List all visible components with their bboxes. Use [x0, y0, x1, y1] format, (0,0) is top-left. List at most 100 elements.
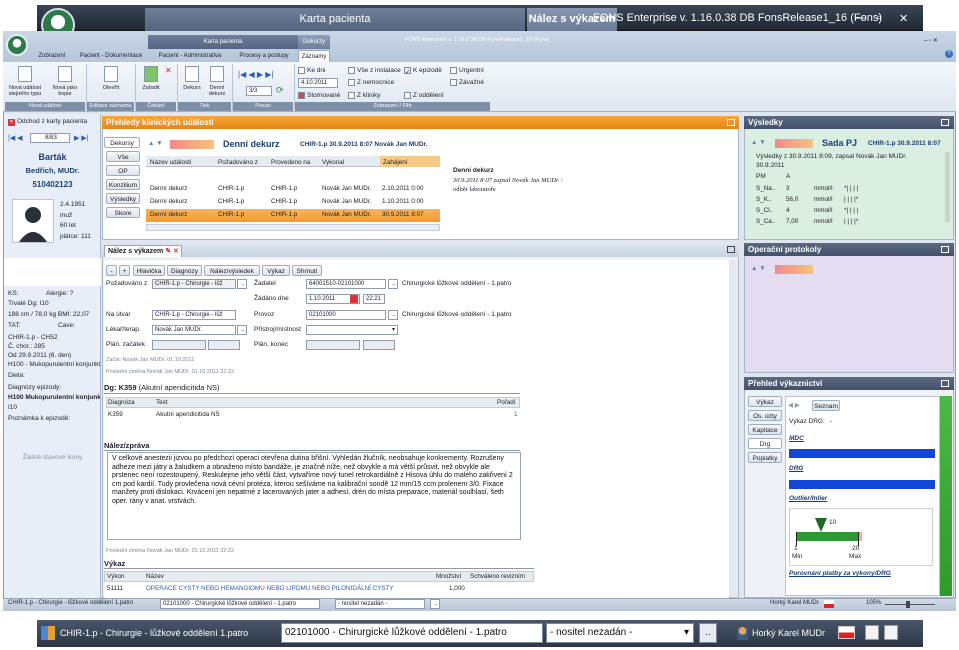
tab-finding[interactable]: Nález s výkazem ✎ ✕ — [104, 245, 182, 257]
finding-report-text[interactable]: V celkové anestezii jizvou po předchozí … — [107, 452, 521, 540]
inner-window-controls[interactable]: – ▫ ✕ — [924, 37, 938, 44]
dg-col-diagnoza[interactable]: Diagnóza — [108, 397, 135, 408]
collapse-arrows[interactable]: ▲ ▼ — [751, 139, 766, 146]
filter-ke-dni[interactable]: Ke dni — [298, 67, 325, 74]
patient-nav-next[interactable]: ▶ ▶| — [74, 134, 89, 142]
tab-konzilium[interactable]: Konzilium — [106, 179, 140, 190]
tab-vykaz[interactable]: Výkaz — [748, 396, 782, 407]
vykaz-col-mnozstvi[interactable]: Množství — [436, 571, 461, 582]
finding-scrollbar[interactable] — [729, 260, 737, 596]
outer-user[interactable]: Horký Karel MUDr — [752, 623, 825, 643]
plan-end-time[interactable] — [363, 340, 395, 350]
help-icon[interactable]: ? — [945, 50, 953, 58]
vykaz-col-schvaleno[interactable]: Schváleno revizním — [470, 571, 525, 582]
print-denni-dekurz-button[interactable]: Denní dekurz — [205, 66, 229, 97]
new-copy-button[interactable]: Nová jako kopie — [48, 66, 82, 97]
plan-end-date[interactable] — [306, 340, 360, 350]
print-dekurs-button[interactable]: Dekurs — [180, 66, 204, 91]
zoom-thumb[interactable] — [906, 601, 910, 608]
ribbon-tab-procesy[interactable]: Procesy a postupy — [232, 50, 296, 62]
maximize-icon[interactable] — [941, 246, 949, 253]
collapse-arrows[interactable]: ▲ ▼ — [751, 265, 766, 272]
tab-os-ucty[interactable]: Os. účty — [748, 410, 782, 421]
col-nazev[interactable]: Název události — [150, 157, 191, 168]
outer-ward[interactable]: CHIR-1.p - Chirurgie - lůžkové oddělení … — [60, 623, 248, 643]
collapse-button[interactable]: - — [106, 265, 117, 276]
minimize-button[interactable]: — — [855, 12, 866, 24]
cancel-icon[interactable]: ✕ — [165, 66, 172, 75]
doctor-field[interactable]: Novák Jan MUDr. — [152, 325, 236, 335]
expand-button[interactable]: + — [119, 265, 130, 276]
status-nositel-select[interactable]: - nositel nezadán - — [335, 599, 425, 609]
flag-icon[interactable] — [824, 600, 834, 608]
col-zahajeni[interactable]: Zahájení — [383, 157, 408, 168]
requested-time-field[interactable]: 22:21 — [363, 294, 385, 304]
collapse-arrows[interactable]: ▲ ▼ — [148, 140, 163, 147]
filter-date-input[interactable]: 4.10.2011 — [298, 78, 338, 88]
edit-icon[interactable] — [884, 625, 898, 640]
nav-arrows[interactable]: ◀ ▶ — [788, 401, 800, 409]
maximize-icon[interactable] — [727, 246, 735, 253]
leave-patient-card[interactable]: ✕ Odchod z karty pacienta — [8, 118, 87, 126]
status-user[interactable]: Horký Karel MUDr. — [770, 600, 820, 606]
target-unit-field[interactable]: CHIR-1.p - Chirurgie - lůž — [152, 310, 236, 320]
col-vykonal[interactable]: Vykonal — [322, 157, 344, 168]
toolbar-hlavicka[interactable]: Hlavička — [133, 265, 165, 276]
events-scrollbar[interactable] — [146, 224, 440, 231]
event-color-icons[interactable] — [170, 140, 214, 149]
filter-kliniky[interactable]: Z kliniky — [348, 92, 380, 99]
table-row[interactable]: K359 Akutní apendicitida NS 1 — [106, 409, 520, 421]
toolbar-shrnuti[interactable]: Shrnutí — [292, 265, 322, 276]
table-row[interactable]: Denní dekurz CHIR-1.p CHIR-1.p Novák Jan MU… — [146, 183, 440, 196]
ribbon-tab-dokumentace[interactable]: Pacient - Dokumentace — [75, 50, 147, 62]
outer-provoz-select[interactable]: 02101000 - Chirurgické lůžkové oddělení … — [281, 623, 543, 643]
dg-col-text[interactable]: Text — [156, 397, 168, 408]
plan-start-time[interactable] — [208, 340, 240, 350]
flag-cz-icon[interactable] — [838, 626, 855, 639]
lookup-button[interactable]: .. — [388, 310, 398, 320]
tab-dekursy[interactable]: Dekursy — [104, 137, 140, 148]
filter-oddeleni[interactable]: Z oddělení — [404, 92, 444, 99]
list-button[interactable]: Seznam — [812, 400, 840, 411]
filter-urgentni[interactable]: Urgentní — [450, 67, 484, 74]
tab-karta-pacienta[interactable]: Karta pacienta — [145, 8, 525, 31]
filter-zavazne[interactable]: Závažné — [450, 79, 484, 86]
tab-kapitace[interactable]: Kapitace — [748, 424, 782, 435]
maximize-icon[interactable] — [727, 119, 735, 126]
nav-arrows[interactable]: |◀ ◀ ▶ ▶| — [238, 70, 273, 79]
filter-stornovane[interactable]: Stornované — [298, 92, 340, 99]
toolbar-vykaz[interactable]: Výkaz — [262, 265, 290, 276]
refresh-icon[interactable]: ⟳ — [276, 85, 284, 96]
tab-op[interactable]: OP — [106, 165, 140, 176]
maximize-button[interactable]: ▫ — [877, 12, 881, 24]
vykaz-col-vykon[interactable]: Výkon — [107, 571, 125, 582]
ribbon-tab-zobrazeni[interactable]: Zobrazení — [33, 50, 71, 62]
filter-k-epizode[interactable]: ✓ K epizodě — [404, 67, 442, 76]
col-provedeno[interactable]: Provedeno na — [271, 157, 310, 168]
maximize-icon[interactable] — [941, 119, 949, 126]
lookup-button[interactable]: .. — [237, 325, 247, 335]
tab-poplatky[interactable]: Poplatky — [748, 452, 782, 463]
tab-vse[interactable]: Vše — [106, 151, 140, 162]
requested-from-field[interactable]: CHIR-1.p - Chirurgie - lůž — [152, 279, 236, 289]
status-ward[interactable]: CHIR-1.p - Chirurgie - lůžkové oddělení … — [8, 600, 133, 606]
filter-vse[interactable]: Vše z instalace — [348, 67, 401, 74]
lookup-button[interactable]: .. — [388, 279, 398, 289]
table-row[interactable]: Denní dekurz CHIR-1.p CHIR-1.p Novák Jan MU… — [146, 196, 440, 209]
status-provoz-select[interactable]: 02101000 - Chirurgické lůžkové oddělení … — [160, 599, 320, 609]
lookup-button[interactable]: .. — [430, 599, 440, 609]
outer-lookup-button[interactable]: .. — [699, 623, 717, 643]
device-select[interactable]: ▾ — [306, 325, 398, 335]
requester-field[interactable]: 64001510-02101000 — [306, 279, 386, 289]
results-scrollbar[interactable] — [945, 152, 950, 222]
patient-nav-prev[interactable]: |◀ ◀ — [8, 134, 23, 142]
outer-nositel-select[interactable]: - nositel nezadán - ▾ — [546, 623, 694, 643]
dg-col-poradi[interactable]: Pořadí — [497, 397, 516, 408]
calendar-icon[interactable] — [350, 295, 358, 303]
tab-drg[interactable]: Drg — [748, 438, 782, 449]
notes-icon[interactable] — [865, 625, 879, 640]
tab-vysledky[interactable]: Výsledky — [106, 193, 140, 204]
vykaz-col-nazev[interactable]: Název — [146, 571, 164, 582]
ribbon-tab-zaznamy[interactable]: Záznamy — [298, 50, 330, 62]
maximize-icon[interactable] — [941, 380, 949, 387]
